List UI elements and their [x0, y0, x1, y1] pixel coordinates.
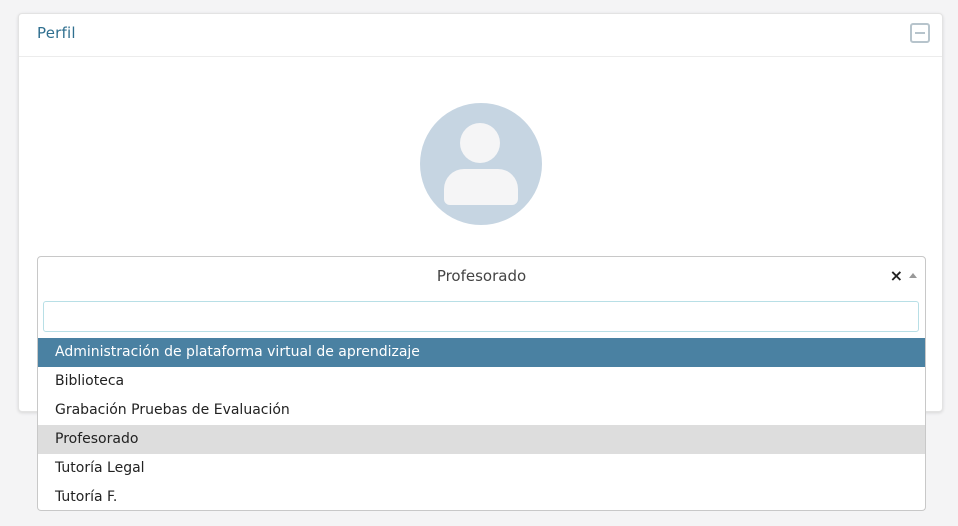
panel-title: Perfil	[37, 24, 76, 42]
options-list: Administración de plataforma virtual de …	[38, 338, 925, 512]
option-item[interactable]: Grabación Pruebas de Evaluación	[38, 396, 925, 425]
option-item[interactable]: Biblioteca	[38, 367, 925, 396]
clear-icon[interactable]: ×	[890, 266, 903, 285]
profile-select[interactable]: Profesorado ×	[37, 256, 926, 296]
option-item[interactable]: Profesorado	[38, 425, 925, 454]
avatar-body	[444, 169, 518, 205]
caret-up-icon[interactable]	[909, 273, 917, 278]
user-avatar-icon	[420, 103, 542, 225]
option-item[interactable]: Administración de plataforma virtual de …	[38, 338, 925, 367]
panel-header: Perfil	[19, 14, 942, 57]
profile-dropdown: Administración de plataforma virtual de …	[37, 295, 926, 511]
avatar-head	[460, 123, 500, 163]
collapse-icon[interactable]	[910, 23, 930, 43]
profile-select-value: Profesorado	[436, 267, 527, 285]
option-item[interactable]: Tutoría Legal	[38, 454, 925, 483]
option-item[interactable]: Tutoría F.	[38, 483, 925, 512]
dropdown-search-input[interactable]	[43, 301, 919, 332]
